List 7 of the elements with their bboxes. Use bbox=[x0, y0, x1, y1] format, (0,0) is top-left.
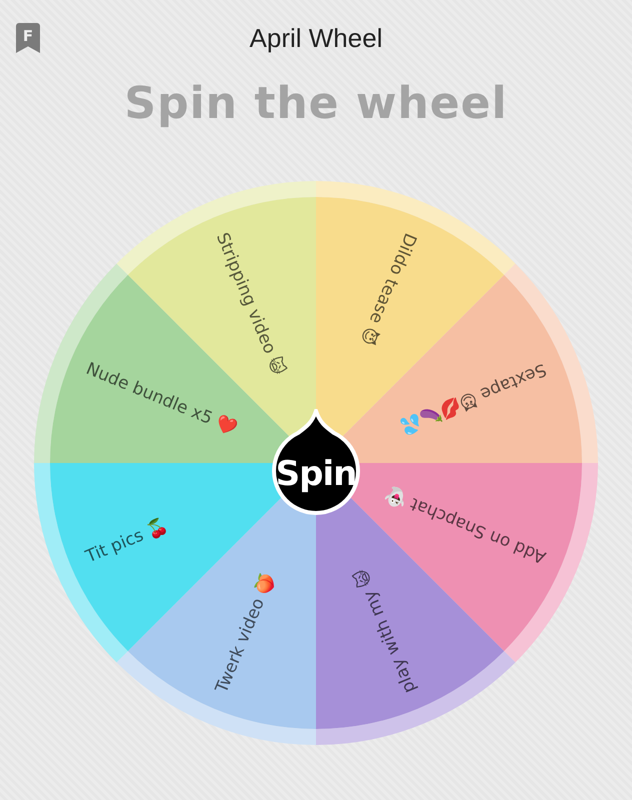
wheel-title: April Wheel bbox=[248, 22, 384, 54]
heading: Spin the wheel bbox=[123, 78, 509, 129]
app-badge-icon[interactable]: F bbox=[16, 23, 40, 53]
segment-label: play with my 🙀 bbox=[350, 565, 422, 696]
spin-button[interactable] bbox=[270, 409, 362, 515]
segment-label: Tit pics 🍒 bbox=[82, 514, 172, 568]
segment-label: Dildo tease 😈 bbox=[355, 230, 422, 348]
